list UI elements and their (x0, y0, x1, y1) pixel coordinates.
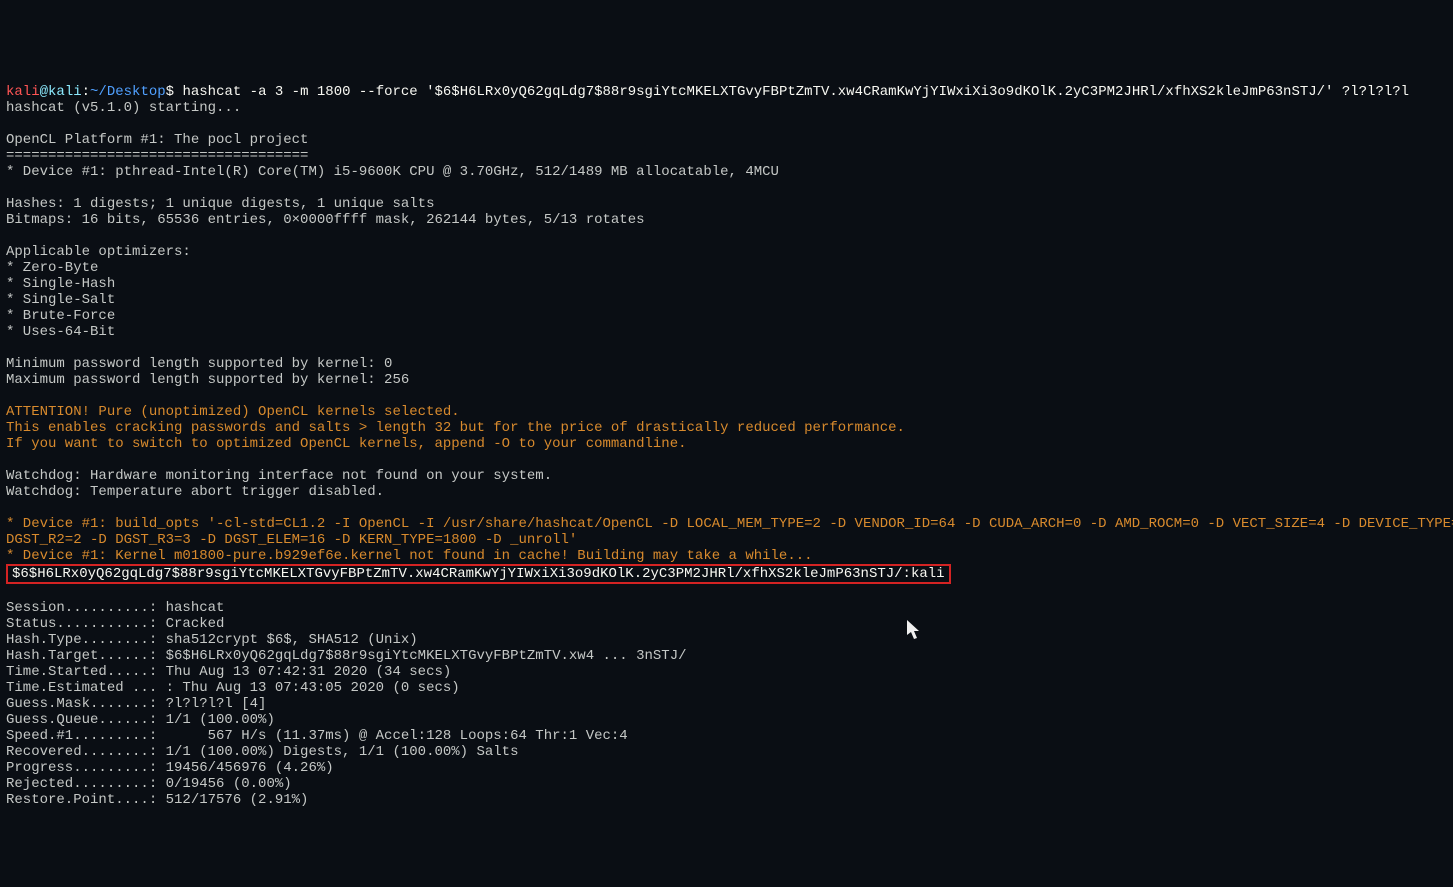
build-opts-line: * Device #1: build_opts '-cl-std=CL1.2 -… (6, 516, 1453, 532)
prompt-at: @ (40, 84, 48, 100)
output-line: Watchdog: Temperature abort trigger disa… (6, 484, 384, 500)
output-line: * Uses-64-Bit (6, 324, 115, 340)
session-line: Guess.Mask.......: ?l?l?l?l [4] (6, 696, 266, 712)
output-line: * Device #1: pthread-Intel(R) Core(TM) i… (6, 164, 779, 180)
output-line: Applicable optimizers: (6, 244, 191, 260)
command-line[interactable]: hashcat -a 3 -m 1800 --force '$6$H6LRx0y… (174, 84, 1409, 100)
output-line: Bitmaps: 16 bits, 65536 entries, 0×0000f… (6, 212, 645, 228)
prompt-dollar: $ (166, 84, 174, 100)
output-line: * Brute-Force (6, 308, 115, 324)
warning-line: This enables cracking passwords and salt… (6, 420, 905, 436)
prompt-path: ~/Desktop (90, 84, 166, 100)
mouse-cursor-icon (907, 620, 923, 640)
prompt-host: kali (48, 84, 82, 100)
session-line: Recovered........: 1/1 (100.00%) Digests… (6, 744, 518, 760)
session-line: Time.Estimated ... : Thu Aug 13 07:43:05… (6, 680, 460, 696)
output-line: * Zero-Byte (6, 260, 98, 276)
session-line: Guess.Queue......: 1/1 (100.00%) (6, 712, 275, 728)
output-line: ==================================== (6, 148, 308, 164)
session-line: Hash.Type........: sha512crypt $6$, SHA5… (6, 632, 418, 648)
session-line: Status...........: Cracked (6, 616, 224, 632)
output-line: OpenCL Platform #1: The pocl project (6, 132, 308, 148)
terminal-window[interactable]: kali@kali:~/Desktop$ hashcat -a 3 -m 180… (0, 80, 1453, 807)
session-line: Rejected.........: 0/19456 (0.00%) (6, 776, 292, 792)
output-line: Watchdog: Hardware monitoring interface … (6, 468, 552, 484)
output-line: Minimum password length supported by ker… (6, 356, 392, 372)
session-line: Session..........: hashcat (6, 600, 224, 616)
session-line: Time.Started.....: Thu Aug 13 07:42:31 2… (6, 664, 451, 680)
output-line: * Single-Hash (6, 276, 115, 292)
session-line: Restore.Point....: 512/17576 (2.91%) (6, 792, 308, 808)
output-line: Maximum password length supported by ker… (6, 372, 409, 388)
session-line: Progress.........: 19456/456976 (4.26%) (6, 760, 334, 776)
warning-line: ATTENTION! Pure (unoptimized) OpenCL ker… (6, 404, 460, 420)
build-opts-line: * Device #1: Kernel m01800-pure.b929ef6e… (6, 548, 813, 564)
cracked-hash-highlight: $6$H6LRx0yQ62gqLdg7$88r9sgiYtcMKELXTGvyF… (6, 564, 951, 584)
prompt-colon: : (82, 84, 90, 100)
warning-line: If you want to switch to optimized OpenC… (6, 436, 687, 452)
output-line: hashcat (v5.1.0) starting... (6, 100, 241, 116)
output-line: Hashes: 1 digests; 1 unique digests, 1 u… (6, 196, 434, 212)
session-line: Hash.Target......: $6$H6LRx0yQ62gqLdg7$8… (6, 648, 687, 664)
output-line: * Single-Salt (6, 292, 115, 308)
build-opts-line: DGST_R2=2 -D DGST_R3=3 -D DGST_ELEM=16 -… (6, 532, 577, 548)
prompt-user: kali (6, 84, 40, 100)
session-line: Speed.#1.........: 567 H/s (11.37ms) @ A… (6, 728, 628, 744)
